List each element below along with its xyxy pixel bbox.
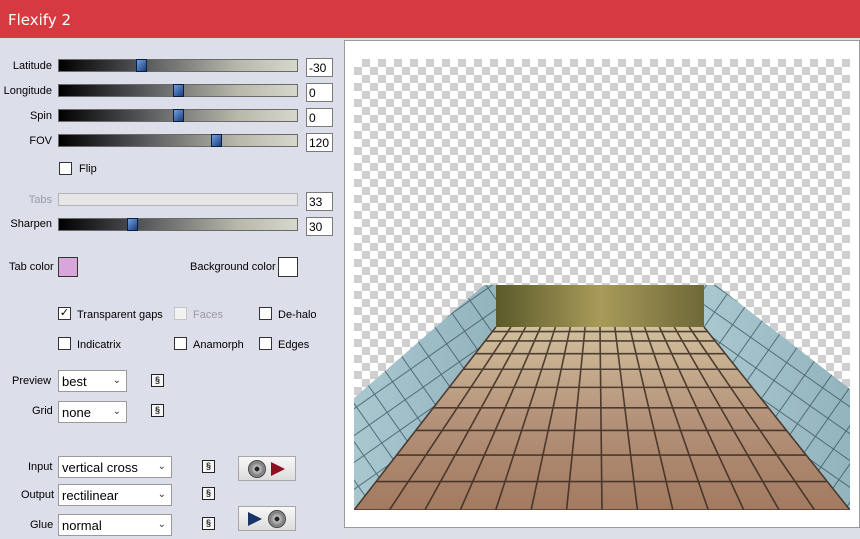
preview-label: Preview — [12, 375, 52, 387]
sharpen-slider[interactable] — [58, 218, 298, 231]
latitude-label: Latitude — [12, 60, 52, 72]
spin-slider[interactable] — [58, 109, 298, 122]
spin-value[interactable]: 0 — [306, 108, 333, 127]
grid-select[interactable]: none ⌄ — [58, 401, 127, 423]
flip-checkbox[interactable] — [59, 162, 72, 175]
link-icon[interactable]: § — [151, 374, 164, 387]
preview-canvas[interactable] — [354, 59, 850, 510]
faces-checkbox — [174, 307, 187, 320]
spin-label: Spin — [29, 110, 52, 122]
faces-label: Faces — [193, 309, 223, 321]
anamorph-label: Anamorph — [193, 339, 244, 351]
window-title: Flexify 2 — [8, 11, 72, 29]
background-color-swatch[interactable] — [278, 257, 298, 277]
arrow-right-icon — [248, 512, 262, 526]
arrow-right-icon — [271, 462, 285, 476]
preview-select[interactable]: best ⌄ — [58, 370, 127, 392]
chevron-down-icon: ⌄ — [112, 406, 121, 417]
glue-select-value: normal — [62, 518, 102, 533]
input-select[interactable]: vertical cross ⌄ — [58, 456, 172, 478]
output-select[interactable]: rectilinear ⌄ — [58, 484, 172, 506]
glue-label: Glue — [30, 519, 54, 531]
background-color-label: Background color — [190, 261, 276, 273]
transparent-gaps-label: Transparent gaps — [77, 309, 163, 321]
longitude-slider[interactable] — [58, 84, 298, 97]
edges-label: Edges — [278, 339, 310, 351]
chevron-down-icon: ⌄ — [157, 519, 166, 530]
output-label: Output — [21, 489, 55, 501]
glue-select[interactable]: normal ⌄ — [58, 514, 172, 536]
chevron-down-icon: ⌄ — [112, 375, 121, 386]
glue-convert-button[interactable] — [238, 506, 296, 531]
grid-label: Grid — [32, 405, 53, 417]
latitude-slider-thumb[interactable] — [136, 59, 147, 72]
edges-checkbox[interactable] — [259, 337, 272, 350]
title-bar: Flexify 2 — [0, 0, 860, 38]
preview-image — [354, 285, 850, 510]
sharpen-slider-thumb[interactable] — [127, 218, 138, 231]
tabs-label: Tabs — [28, 194, 52, 206]
transparent-gaps-checkbox[interactable]: ✓ — [58, 307, 71, 320]
longitude-slider-thumb[interactable] — [173, 84, 184, 97]
preview-panel — [344, 40, 860, 528]
spin-slider-thumb[interactable] — [173, 109, 184, 122]
latitude-value[interactable]: -30 — [306, 58, 333, 77]
link-icon[interactable]: § — [202, 487, 215, 500]
input-convert-button[interactable] — [238, 456, 296, 481]
longitude-label: Longitude — [3, 85, 52, 97]
chevron-down-icon: ⌄ — [157, 489, 166, 500]
fov-slider[interactable] — [58, 134, 298, 147]
sharpen-label: Sharpen — [10, 218, 52, 230]
tab-color-swatch[interactable] — [58, 257, 78, 277]
fov-label: FOV — [29, 135, 52, 147]
indicatrix-checkbox[interactable] — [58, 337, 71, 350]
tabs-slider — [58, 193, 298, 206]
flip-label: Flip — [79, 163, 97, 175]
link-icon[interactable]: § — [202, 517, 215, 530]
disc-icon — [248, 460, 266, 478]
latitude-slider[interactable] — [58, 59, 298, 72]
input-select-value: vertical cross — [62, 460, 138, 475]
link-icon[interactable]: § — [202, 460, 215, 473]
input-label: Input — [28, 461, 53, 473]
tabs-value[interactable]: 33 — [306, 192, 333, 211]
fov-value[interactable]: 120 — [306, 133, 333, 152]
link-icon[interactable]: § — [151, 404, 164, 417]
grid-select-value: none — [62, 405, 91, 420]
indicatrix-label: Indicatrix — [77, 339, 122, 351]
chevron-down-icon: ⌄ — [157, 461, 166, 472]
tab-color-label: Tab color — [9, 261, 54, 273]
settings-panel: Latitude -30 Longitude 0 Spin 0 FOV 120 … — [0, 38, 344, 539]
sharpen-value[interactable]: 30 — [306, 217, 333, 236]
longitude-value[interactable]: 0 — [306, 83, 333, 102]
anamorph-checkbox[interactable] — [174, 337, 187, 350]
output-select-value: rectilinear — [62, 488, 119, 503]
de-halo-label: De-halo — [278, 309, 317, 321]
disc-icon — [268, 510, 286, 528]
preview-select-value: best — [62, 374, 87, 389]
fov-slider-thumb[interactable] — [211, 134, 222, 147]
de-halo-checkbox[interactable] — [259, 307, 272, 320]
